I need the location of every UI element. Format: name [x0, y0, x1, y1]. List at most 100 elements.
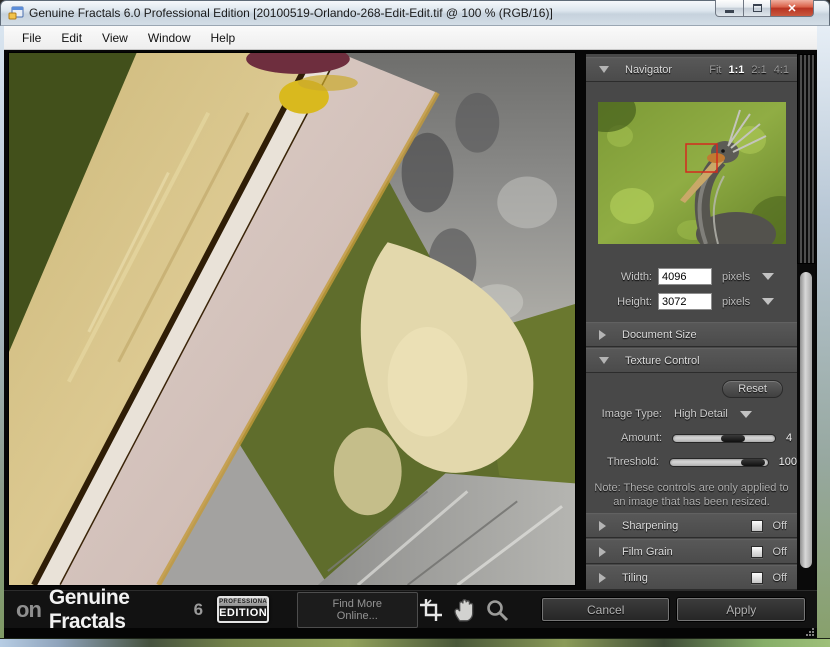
height-label: Height: [610, 296, 652, 308]
app-window: Genuine Fractals 6.0 Professional Editio… [0, 0, 830, 647]
cancel-button[interactable]: Cancel [542, 598, 670, 621]
film-grain-header[interactable]: Film Grain Off [586, 539, 797, 564]
amount-slider[interactable] [672, 434, 776, 443]
zoom-4-1[interactable]: 4:1 [774, 64, 789, 76]
width-row: Width: pixels [586, 264, 797, 289]
find-more-online-button[interactable]: Find More Online... [297, 592, 418, 628]
document-size-title: Document Size [622, 329, 697, 341]
window-controls: ✕ [715, 0, 814, 17]
height-unit-dropdown-icon[interactable] [762, 298, 774, 305]
tiling-header[interactable]: Tiling Off [586, 565, 797, 590]
texture-control-title: Texture Control [625, 355, 700, 367]
tool-buttons [418, 597, 510, 623]
film-grain-checkbox[interactable] [751, 546, 763, 558]
menu-bar: File Edit View Window Help [4, 26, 817, 50]
badge-edition-label: EDITION [219, 606, 267, 621]
hand-tool-icon[interactable] [451, 597, 477, 623]
minimize-button[interactable] [715, 0, 744, 17]
width-unit-label: pixels [722, 271, 750, 283]
app-icon [8, 5, 24, 21]
crop-tool-icon[interactable] [418, 597, 444, 623]
scrollbar-track[interactable] [797, 264, 815, 590]
navigator-zoom-options: Fit 1:1 2:1 4:1 [709, 64, 789, 76]
expand-triangle-icon[interactable] [599, 547, 606, 557]
texture-control-header[interactable]: Texture Control [586, 348, 797, 373]
film-grain-title: Film Grain [622, 546, 673, 558]
footer-bar: on Genuine Fractals 6 PROFESSIONAL EDITI… [4, 590, 817, 628]
badge-professional-label: PROFESSIONAL [219, 598, 267, 606]
height-input[interactable] [658, 293, 712, 310]
expand-triangle-icon[interactable] [599, 573, 606, 583]
zoom-fit[interactable]: Fit [709, 64, 721, 76]
menu-view[interactable]: View [92, 28, 138, 48]
threshold-value: 100 [779, 456, 797, 468]
brand-version: 6 [194, 600, 203, 620]
sharpening-state: Off [773, 520, 787, 532]
toggle-sections: Sharpening Off Film Grain Off [586, 512, 797, 590]
navigator-thumbnail[interactable] [598, 102, 786, 244]
onone-logo: on [16, 597, 41, 623]
threshold-slider[interactable] [669, 458, 769, 467]
maximize-button[interactable] [744, 0, 771, 17]
navigator-header[interactable]: Navigator Fit 1:1 2:1 4:1 [586, 57, 797, 82]
apply-button[interactable]: Apply [677, 598, 805, 621]
close-icon: ✕ [787, 2, 796, 15]
height-unit-label: pixels [722, 296, 750, 308]
threshold-row: Threshold: 100 [586, 450, 797, 474]
expand-triangle-icon[interactable] [599, 330, 606, 340]
professional-edition-badge: PROFESSIONAL EDITION [217, 596, 269, 623]
menu-window[interactable]: Window [138, 28, 201, 48]
reset-button[interactable]: Reset [722, 380, 783, 398]
settings-panel: Navigator Fit 1:1 2:1 4:1 [586, 54, 797, 590]
navigator-thumbnail-area [586, 82, 797, 264]
tiling-checkbox[interactable] [751, 572, 763, 584]
tiling-title: Tiling [622, 572, 648, 584]
image-type-dropdown-icon[interactable] [740, 411, 752, 418]
menu-edit[interactable]: Edit [51, 28, 92, 48]
amount-row: Amount: 4 [586, 426, 797, 450]
window-frame-right [817, 26, 830, 647]
collapse-triangle-icon[interactable] [599, 66, 609, 73]
sharpening-title: Sharpening [622, 520, 678, 532]
menu-help[interactable]: Help [201, 28, 246, 48]
width-label: Width: [610, 271, 652, 283]
expand-triangle-icon[interactable] [599, 521, 606, 531]
sharpening-header[interactable]: Sharpening Off [586, 513, 797, 538]
preview-image[interactable] [8, 52, 576, 586]
zoom-2-1[interactable]: 2:1 [751, 64, 766, 76]
window-frame-bottom [0, 638, 830, 647]
amount-slider-thumb[interactable] [721, 435, 745, 442]
tiling-state: Off [773, 572, 787, 584]
close-button[interactable]: ✕ [771, 0, 814, 17]
image-type-label: Image Type: [592, 408, 662, 420]
width-input[interactable] [658, 268, 712, 285]
preview-image-art [9, 53, 575, 585]
height-row: Height: pixels [586, 289, 797, 314]
main-content: Navigator Fit 1:1 2:1 4:1 [4, 50, 817, 590]
menu-file[interactable]: File [12, 28, 51, 48]
zoom-tool-icon[interactable] [484, 597, 510, 623]
width-unit-dropdown-icon[interactable] [762, 273, 774, 280]
status-strip [4, 628, 817, 638]
title-bar[interactable]: Genuine Fractals 6.0 Professional Editio… [0, 0, 830, 26]
threshold-slider-thumb[interactable] [741, 459, 765, 466]
scrollbar-ribs [797, 54, 815, 264]
zoom-1-1[interactable]: 1:1 [729, 64, 745, 76]
document-size-header[interactable]: Document Size [586, 322, 797, 347]
collapse-triangle-icon[interactable] [599, 357, 609, 364]
amount-value: 4 [786, 432, 792, 444]
panel-scrollbar [797, 54, 815, 590]
maximize-icon [753, 4, 762, 12]
scrollbar-thumb[interactable] [800, 272, 812, 568]
threshold-label: Threshold: [592, 456, 659, 468]
window-title: Genuine Fractals 6.0 Professional Editio… [29, 6, 553, 20]
minimize-icon [725, 10, 734, 13]
image-type-row: Image Type: High Detail [586, 402, 797, 426]
texture-note: Note: These controls are only applied to… [586, 482, 797, 510]
navigator-title: Navigator [625, 64, 672, 76]
resize-grip[interactable] [806, 628, 814, 636]
sharpening-checkbox[interactable] [751, 520, 763, 532]
amount-label: Amount: [592, 432, 662, 444]
image-type-value[interactable]: High Detail [674, 408, 728, 420]
film-grain-state: Off [773, 546, 787, 558]
